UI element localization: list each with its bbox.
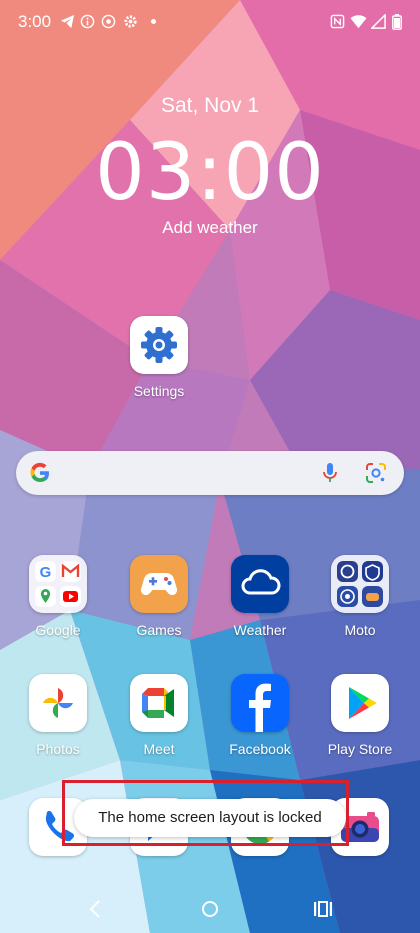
facebook-f-icon	[231, 674, 289, 732]
app-label: Games	[136, 622, 182, 638]
microphone-icon[interactable]	[322, 462, 338, 489]
status-time: 3:00	[18, 12, 52, 31]
battery-icon	[392, 14, 402, 30]
app-label: Settings	[133, 383, 185, 399]
photos-pinwheel-icon	[29, 674, 87, 732]
wifi-icon	[350, 14, 367, 29]
moto-folder-icon	[331, 555, 389, 613]
recents-icon[interactable]	[313, 898, 333, 925]
moto-icon	[101, 14, 116, 29]
svg-text:G: G	[40, 564, 52, 581]
google-folder-icon: G	[29, 555, 87, 613]
app-settings[interactable]: Settings	[116, 316, 202, 399]
signal-icon	[371, 14, 386, 29]
app-games[interactable]: Games	[116, 555, 202, 638]
weather-cloud-icon	[231, 555, 289, 613]
add-weather-link[interactable]: Add weather	[0, 218, 420, 238]
app-label: Play Store	[327, 741, 393, 757]
meet-camera-icon	[130, 674, 188, 732]
app-play-store[interactable]: Play Store	[317, 674, 403, 757]
info-icon	[80, 14, 95, 29]
app-label: Photos	[36, 741, 80, 757]
app-label: Google	[35, 622, 81, 638]
back-icon[interactable]	[88, 898, 102, 925]
app-label: Facebook	[229, 741, 291, 757]
app-meet[interactable]: Meet	[116, 674, 202, 757]
google-search-bar[interactable]	[16, 451, 404, 495]
app-label: Meet	[143, 741, 175, 757]
telegram-icon	[60, 14, 75, 29]
google-g-icon	[28, 461, 52, 490]
clock-widget[interactable]: 03:00	[0, 128, 420, 218]
dot-icon	[151, 19, 156, 24]
app-weather[interactable]: Weather	[217, 555, 303, 638]
app-photos[interactable]: Photos	[15, 674, 101, 757]
app-label: Weather	[233, 622, 287, 638]
games-controller-icon	[130, 555, 188, 613]
nfc-icon	[330, 14, 345, 29]
app-moto-folder[interactable]: Moto	[317, 555, 403, 638]
app-google-folder[interactable]: G Google	[15, 555, 101, 638]
date-label[interactable]: Sat, Nov 1	[0, 94, 420, 118]
home-icon[interactable]	[200, 898, 220, 925]
app-facebook[interactable]: Facebook	[217, 674, 303, 757]
play-store-icon	[331, 674, 389, 732]
settings-gear-icon	[123, 14, 138, 29]
toast-message: The home screen layout is locked	[74, 799, 346, 837]
google-lens-icon[interactable]	[365, 462, 387, 489]
app-label: Moto	[344, 622, 376, 638]
settings-gear-icon	[130, 316, 188, 374]
